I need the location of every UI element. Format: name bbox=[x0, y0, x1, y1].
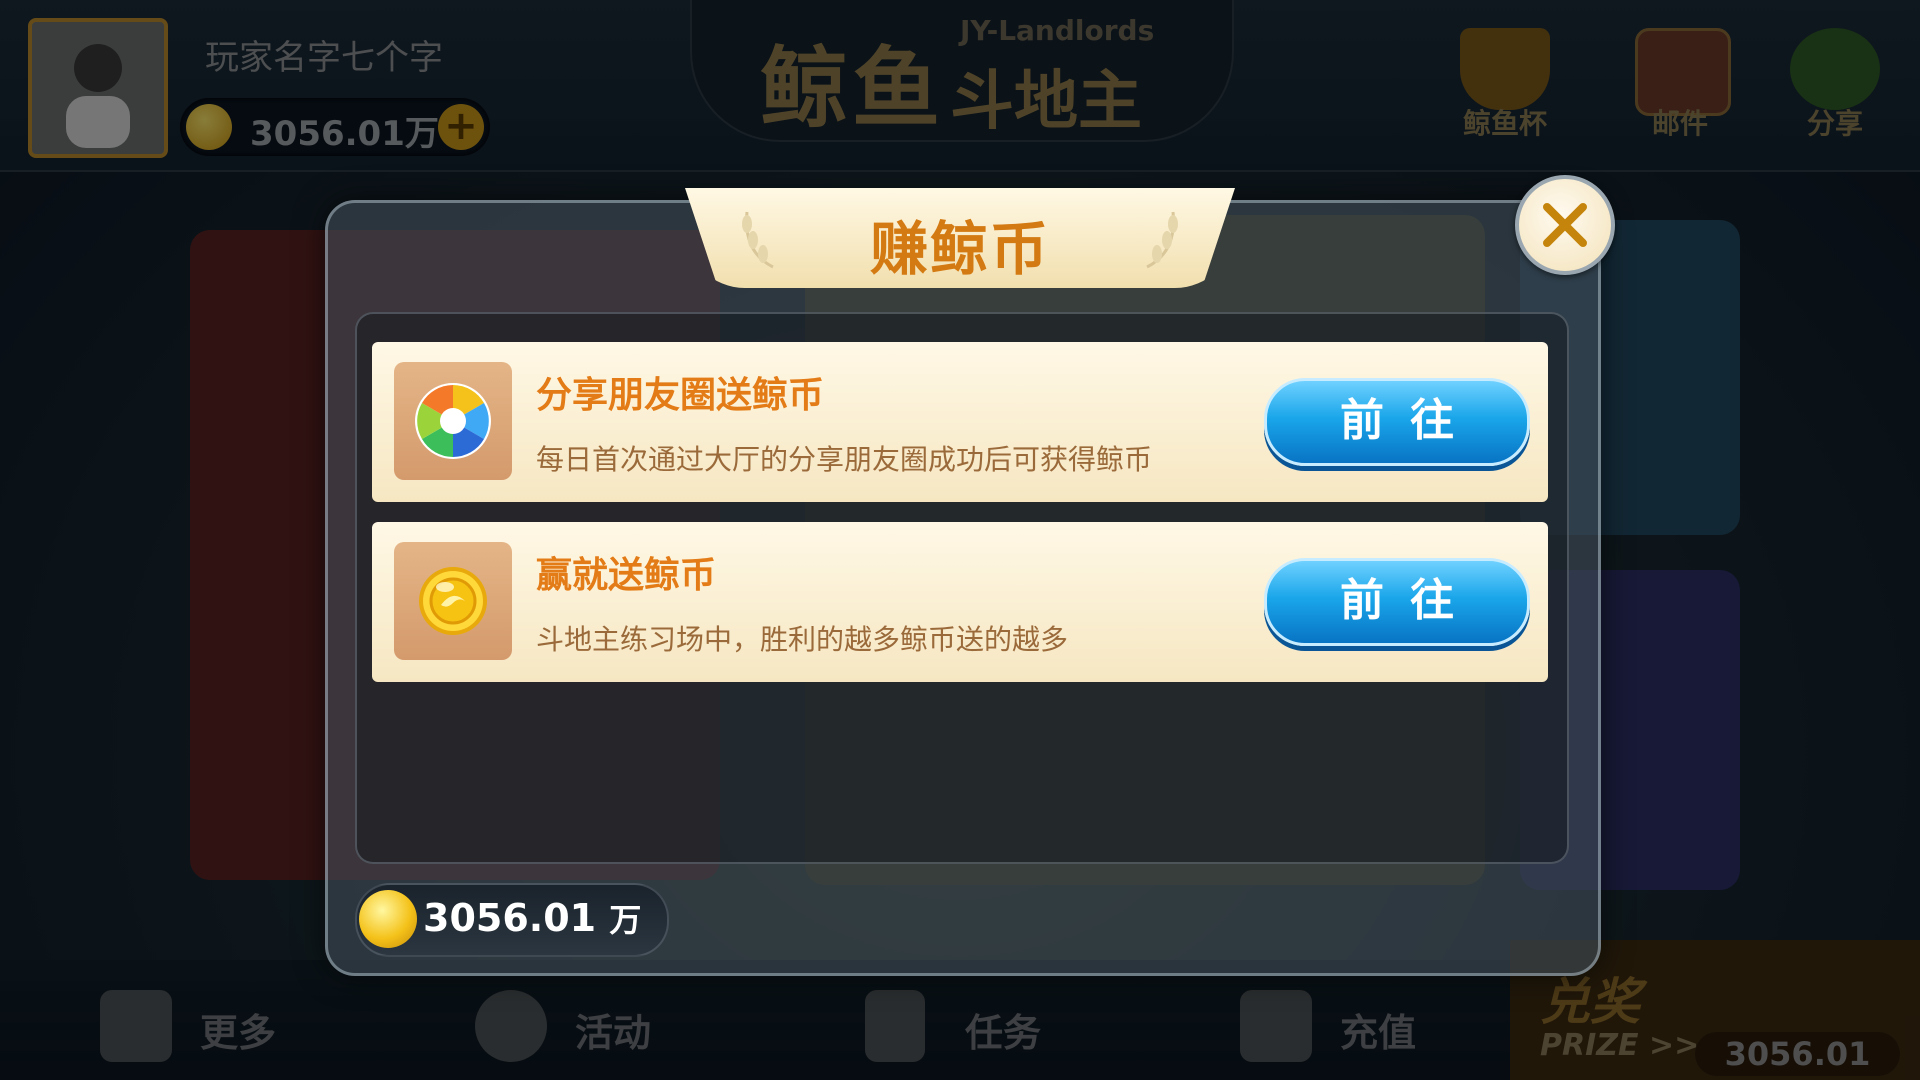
task-row-win: 赢就送鲸币 斗地主练习场中，胜利的越多鲸币送的越多 前往 bbox=[372, 522, 1548, 682]
dialog-title: 赚鲸币 bbox=[869, 215, 1050, 283]
balance-unit: 万 bbox=[609, 901, 642, 939]
coin-icon bbox=[419, 567, 487, 635]
moments-icon bbox=[415, 383, 491, 459]
task-description: 斗地主练习场中，胜利的越多鲸币送的越多 bbox=[536, 623, 1069, 656]
close-icon bbox=[1543, 203, 1587, 247]
coin-icon bbox=[359, 890, 417, 948]
balance-value: 3056.01 bbox=[423, 896, 597, 940]
go-button-win[interactable]: 前往 bbox=[1264, 558, 1530, 646]
task-title: 赢就送鲸币 bbox=[536, 555, 717, 596]
task-row-share: 分享朋友圈送鲸币 每日首次通过大厅的分享朋友圈成功后可获得鲸币 前往 bbox=[372, 342, 1548, 502]
dialog-title-banner: 赚鲸币 bbox=[685, 188, 1235, 288]
task-icon-box bbox=[394, 362, 512, 480]
balance-amount: 3056.01 万 bbox=[423, 895, 641, 941]
task-icon-box bbox=[394, 542, 512, 660]
go-button-share[interactable]: 前往 bbox=[1264, 378, 1530, 466]
coin-balance: 3056.01 万 bbox=[355, 883, 669, 957]
task-description: 每日首次通过大厅的分享朋友圈成功后可获得鲸币 bbox=[536, 443, 1153, 476]
task-title: 分享朋友圈送鲸币 bbox=[536, 375, 825, 416]
close-button[interactable] bbox=[1515, 175, 1615, 275]
